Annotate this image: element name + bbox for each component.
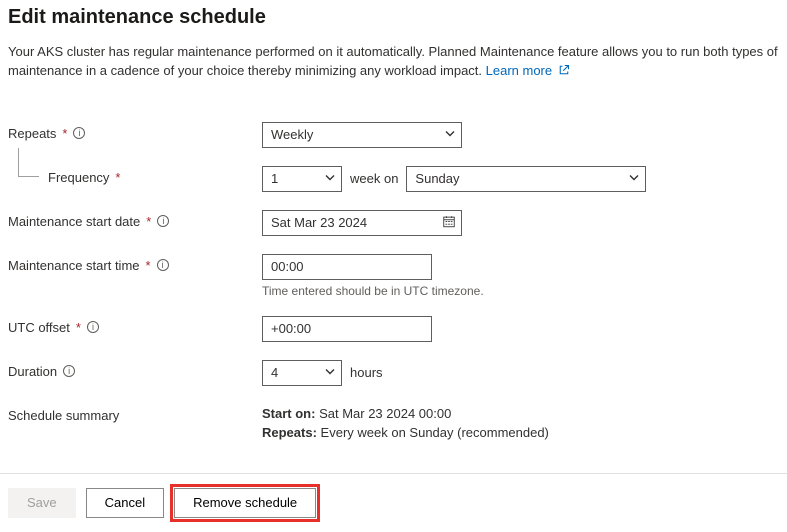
info-icon[interactable]: i [73, 127, 85, 139]
learn-more-label: Learn more [486, 63, 552, 78]
required-marker: * [146, 258, 151, 273]
required-marker: * [115, 170, 120, 185]
repeats-value: Weekly [271, 127, 313, 142]
required-marker: * [76, 320, 81, 335]
required-marker: * [146, 214, 151, 229]
learn-more-link[interactable]: Learn more [486, 63, 570, 78]
frequency-number-select[interactable]: 1 [262, 166, 342, 192]
start-time-label: Maintenance start time [8, 258, 140, 273]
schedule-summary-text: Start on: Sat Mar 23 2024 00:00 Repeats:… [262, 404, 549, 443]
schedule-summary-label: Schedule summary [8, 408, 119, 423]
utc-offset-label: UTC offset [8, 320, 70, 335]
description-text: Your AKS cluster has regular maintenance… [8, 44, 778, 78]
page-title: Edit maintenance schedule [8, 6, 779, 29]
week-on-label: week on [350, 171, 398, 186]
duration-label: Duration [8, 364, 57, 379]
frequency-label: Frequency [48, 170, 109, 185]
duration-value: 4 [271, 365, 278, 380]
frequency-day-value: Sunday [415, 171, 459, 186]
start-time-value: 00:00 [271, 259, 304, 274]
summary-start-on-label: Start on: [262, 406, 315, 421]
start-date-label: Maintenance start date [8, 214, 140, 229]
hours-label: hours [350, 365, 383, 380]
footer-actions: Save Cancel Remove schedule [0, 474, 787, 532]
info-icon[interactable]: i [157, 259, 169, 271]
external-link-icon [558, 63, 570, 82]
summary-start-on-value: Sat Mar 23 2024 00:00 [319, 406, 451, 421]
info-icon[interactable]: i [63, 365, 75, 377]
start-date-input[interactable]: Sat Mar 23 2024 [262, 210, 462, 236]
remove-schedule-button[interactable]: Remove schedule [174, 488, 316, 518]
info-icon[interactable]: i [87, 321, 99, 333]
start-time-input[interactable]: 00:00 [262, 254, 432, 280]
summary-repeats-label: Repeats: [262, 425, 317, 440]
info-icon[interactable]: i [157, 215, 169, 227]
repeats-label: Repeats [8, 126, 56, 141]
cancel-button[interactable]: Cancel [86, 488, 164, 518]
page-description: Your AKS cluster has regular maintenance… [8, 43, 779, 82]
utc-offset-value: +00:00 [271, 321, 311, 336]
frequency-number-value: 1 [271, 171, 278, 186]
summary-repeats-value: Every week on Sunday (recommended) [321, 425, 549, 440]
required-marker: * [62, 126, 67, 141]
frequency-day-select[interactable]: Sunday [406, 166, 646, 192]
start-date-value: Sat Mar 23 2024 [271, 215, 367, 230]
save-button: Save [8, 488, 76, 518]
duration-select[interactable]: 4 [262, 360, 342, 386]
utc-offset-input[interactable]: +00:00 [262, 316, 432, 342]
time-helper-text: Time entered should be in UTC timezone. [262, 284, 484, 298]
repeats-select[interactable]: Weekly [262, 122, 462, 148]
